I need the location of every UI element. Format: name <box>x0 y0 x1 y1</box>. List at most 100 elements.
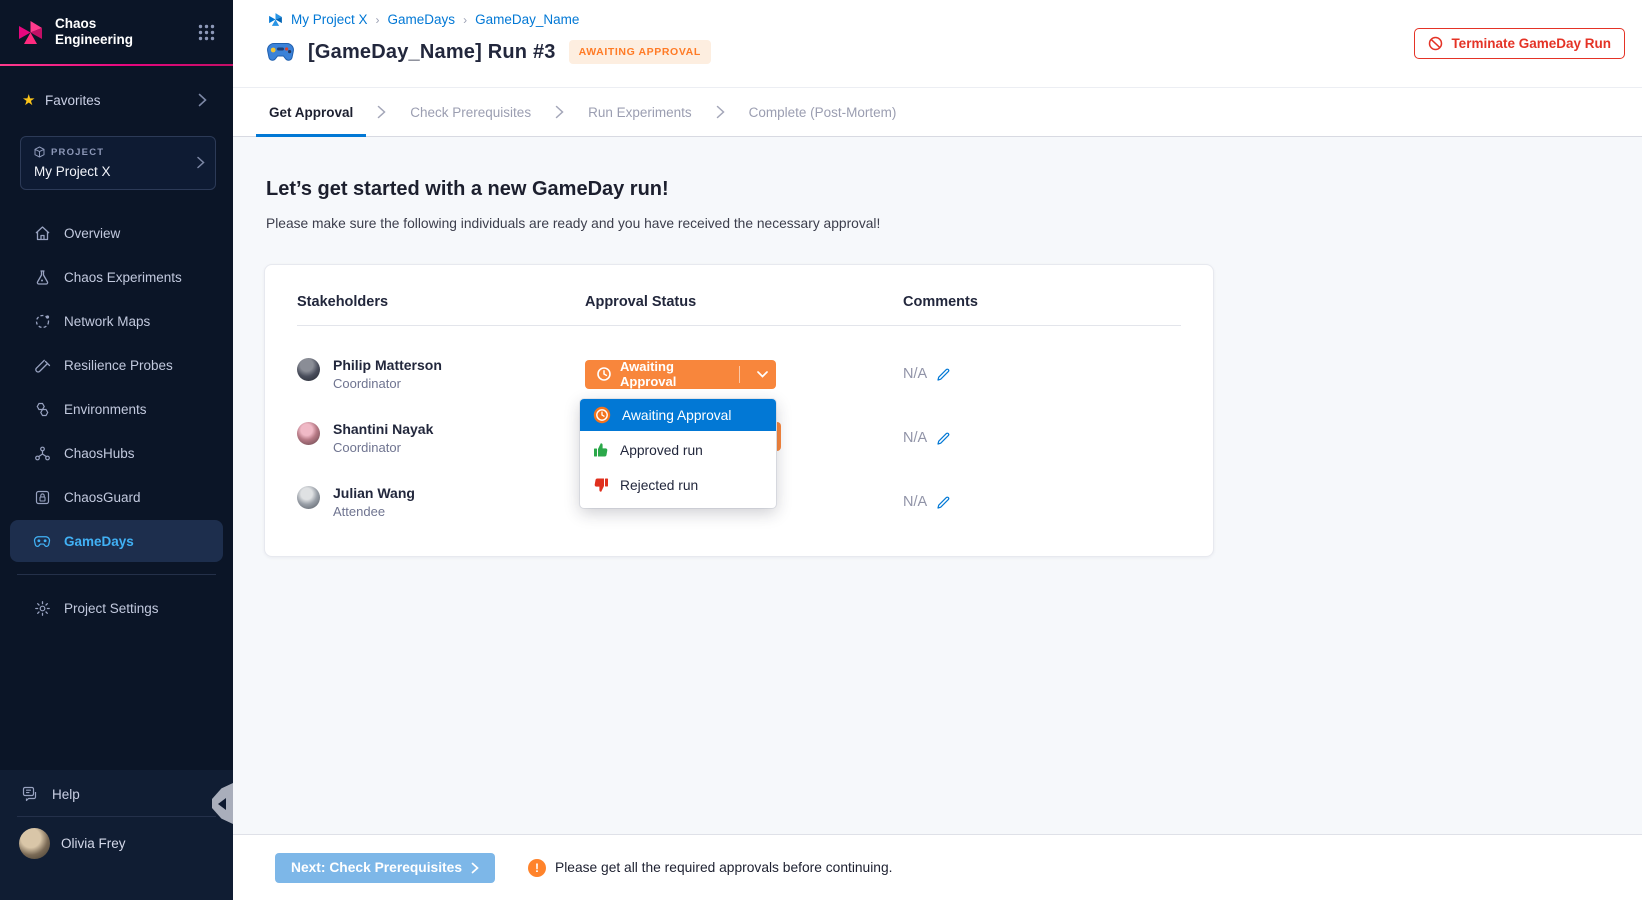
wizard-tabs: Get Approval Check Prerequisites Run Exp… <box>233 87 1642 137</box>
shield-lock-icon <box>33 488 51 506</box>
sidebar-item-chaos-experiments[interactable]: Chaos Experiments <box>10 256 223 298</box>
user-name: Olivia Frey <box>61 836 126 851</box>
brand-divider <box>0 64 233 66</box>
breadcrumb-item-gamedays[interactable]: GameDays <box>388 12 456 27</box>
sidebar-item-chaosguard[interactable]: ChaosGuard <box>10 476 223 518</box>
chevron-right-icon <box>366 88 397 136</box>
approvals-card: Stakeholders Approval Status Comments Ph… <box>264 264 1214 557</box>
chevron-down-icon <box>748 371 776 378</box>
gamepad-icon <box>33 532 51 550</box>
thumbs-down-icon <box>593 477 609 493</box>
chevron-right-icon <box>197 156 205 169</box>
wizard-footer: Next: Check Prerequisites ! Please get a… <box>233 834 1642 900</box>
dropdown-option-awaiting-approval[interactable]: Awaiting Approval <box>580 399 776 431</box>
stakeholder-role: Coordinator <box>333 375 442 393</box>
breadcrumb-item-gameday-name[interactable]: GameDay_Name <box>475 12 579 27</box>
sidebar-item-overview[interactable]: Overview <box>10 212 223 254</box>
stakeholder-name: Julian Wang <box>333 484 415 503</box>
stakeholder-name: Philip Matterson <box>333 356 442 375</box>
sidebar-item-environments[interactable]: Environments <box>10 388 223 430</box>
sidebar-nav: Overview Chaos Experiments Network Maps … <box>10 212 223 562</box>
avatar <box>297 486 320 509</box>
comment-value: N/A <box>903 494 927 510</box>
apps-grid-icon[interactable] <box>198 24 215 41</box>
avatar <box>297 358 320 381</box>
sidebar-item-project-settings[interactable]: Project Settings <box>10 587 223 629</box>
help-chat-icon <box>22 786 39 802</box>
breadcrumb-logo-icon <box>268 12 283 27</box>
sidebar-item-resilience-probes[interactable]: Resilience Probes <box>10 344 223 386</box>
sidebar-item-chaoshubs[interactable]: ChaosHubs <box>10 432 223 474</box>
chaos-logo-icon <box>17 19 44 46</box>
edit-comment-icon[interactable] <box>936 495 951 510</box>
breadcrumb: My Project X › GameDays › GameDay_Name <box>268 12 579 27</box>
cube-icon <box>34 146 45 158</box>
network-map-icon <box>33 312 51 330</box>
approval-warning: ! Please get all the required approvals … <box>528 859 892 877</box>
column-header-stakeholders: Stakeholders <box>297 294 585 310</box>
favorites-label: Favorites <box>45 93 198 108</box>
sidebar-divider <box>17 574 216 575</box>
sidebar-item-favorites[interactable]: ★ Favorites <box>0 80 233 120</box>
star-icon: ★ <box>22 91 45 109</box>
warning-text: Please get all the required approvals be… <box>555 860 892 875</box>
gamepad-emoji-icon <box>266 42 295 62</box>
status-dropdown-menu: Awaiting Approval Approved run Rejected … <box>580 399 776 508</box>
warning-icon: ! <box>528 859 546 877</box>
status-dropdown-button[interactable]: Awaiting Approval <box>585 360 776 389</box>
sidebar-bottom-panel: Help Olivia Frey <box>0 770 233 900</box>
chevron-right-icon <box>471 862 479 874</box>
environments-icon <box>33 400 51 418</box>
stakeholder-name: Shantini Nayak <box>333 420 433 439</box>
content-heading: Let’s get started with a new GameDay run… <box>266 178 1642 201</box>
page-title: [GameDay_Name] Run #3 <box>308 41 556 64</box>
table-row: Philip Matterson Coordinator Awaiting Ap… <box>297 342 1181 406</box>
chevron-right-icon <box>705 88 736 136</box>
sidebar-item-gamedays[interactable]: GameDays <box>10 520 223 562</box>
project-selector[interactable]: PROJECT My Project X <box>20 136 216 190</box>
comment-value: N/A <box>903 366 927 382</box>
button-separator <box>739 366 740 383</box>
edit-comment-icon[interactable] <box>936 431 951 446</box>
gear-icon <box>33 599 51 617</box>
avatar <box>297 422 320 445</box>
chevron-right-icon <box>544 88 575 136</box>
user-profile[interactable]: Olivia Frey <box>0 817 233 859</box>
brand-name: Chaos Engineering <box>55 16 198 48</box>
ban-icon <box>1428 36 1443 51</box>
project-label: PROJECT <box>51 147 104 158</box>
tab-run-experiments[interactable]: Run Experiments <box>575 88 705 136</box>
thumbs-up-icon <box>593 442 609 458</box>
chevron-right-icon <box>198 93 207 107</box>
content-subheading: Please make sure the following individua… <box>266 216 1642 231</box>
terminate-gameday-button[interactable]: Terminate GameDay Run <box>1414 28 1625 59</box>
flask-icon <box>33 268 51 286</box>
project-name: My Project X <box>34 164 205 179</box>
stakeholder-role: Coordinator <box>333 439 433 457</box>
sidebar-item-help[interactable]: Help <box>0 770 233 802</box>
dropdown-option-approved-run[interactable]: Approved run <box>580 434 776 466</box>
dropdown-option-rejected-run[interactable]: Rejected run <box>580 469 776 501</box>
next-step-button[interactable]: Next: Check Prerequisites <box>275 853 495 883</box>
probe-icon <box>33 356 51 374</box>
home-icon <box>33 224 51 242</box>
clock-icon <box>596 366 612 382</box>
user-avatar <box>19 828 50 859</box>
breadcrumb-item-project[interactable]: My Project X <box>291 12 368 27</box>
edit-comment-icon[interactable] <box>936 367 951 382</box>
tab-get-approval[interactable]: Get Approval <box>256 88 366 136</box>
status-badge: AWAITING APPROVAL <box>569 40 711 64</box>
hub-icon <box>33 444 51 462</box>
clock-icon <box>593 406 611 424</box>
tab-check-prerequisites[interactable]: Check Prerequisites <box>397 88 544 136</box>
sidebar: Chaos Engineering ★ Favorites PROJECT <box>0 0 233 900</box>
brand-header: Chaos Engineering <box>0 0 233 62</box>
stakeholder-role: Attendee <box>333 503 415 521</box>
column-header-comments: Comments <box>903 294 1181 310</box>
tab-complete-post-mortem[interactable]: Complete (Post-Mortem) <box>736 88 910 136</box>
covered-status-button-edge <box>776 422 781 451</box>
content-area: Let’s get started with a new GameDay run… <box>233 138 1642 834</box>
column-header-approval-status: Approval Status <box>585 294 903 310</box>
sidebar-item-network-maps[interactable]: Network Maps <box>10 300 223 342</box>
main-area: My Project X › GameDays › GameDay_Name [… <box>233 0 1642 900</box>
